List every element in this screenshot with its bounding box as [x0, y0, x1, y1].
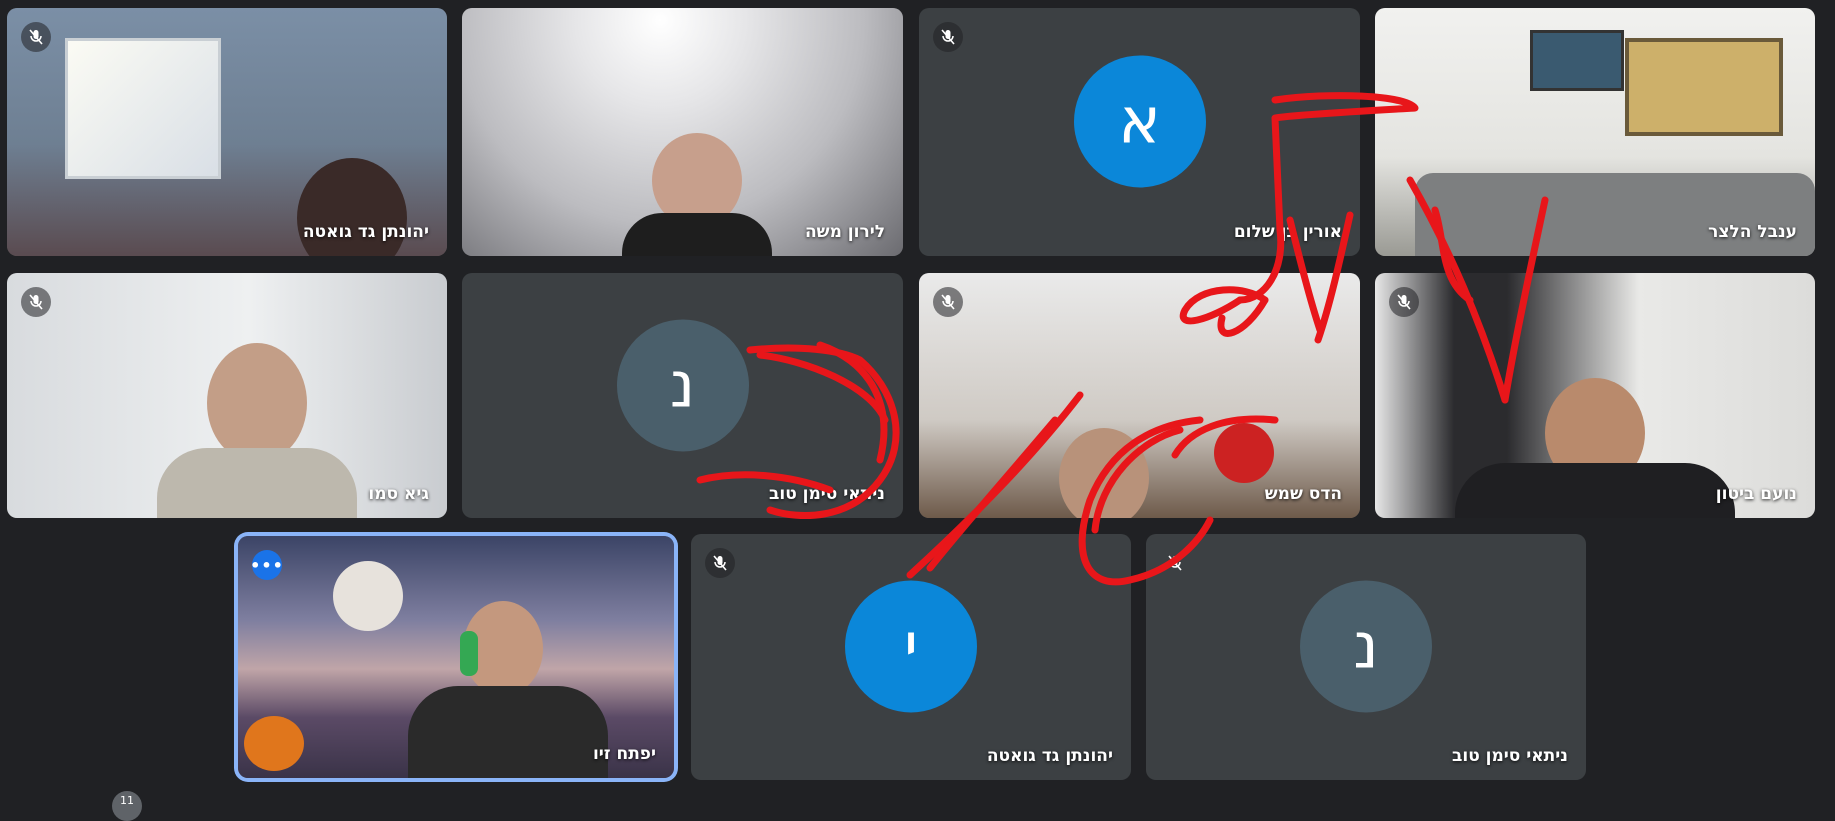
- mic-off-icon: [933, 22, 963, 52]
- more-options-icon[interactable]: •••: [250, 550, 283, 580]
- participant-tile-11[interactable]: נ ניתאי סימן טוב: [1146, 534, 1586, 780]
- map-frame-image: [1625, 38, 1783, 136]
- participant-name: יהונתן גד גואטה: [302, 222, 429, 242]
- headphones-image: [460, 631, 478, 676]
- sign-image: [1214, 423, 1274, 483]
- participant-tile-5[interactable]: גיא סמו: [7, 273, 447, 518]
- participant-name: ענבל הלצר: [1708, 222, 1797, 242]
- mic-off-icon: [1160, 548, 1190, 578]
- person-image: [207, 343, 307, 463]
- person-image: [408, 686, 608, 778]
- moon-image: [333, 561, 403, 631]
- participant-name: ניתאי סימן טוב: [1452, 746, 1568, 766]
- avatar: נ: [616, 318, 749, 451]
- participant-name: ניתאי סימן טוב: [769, 484, 885, 504]
- participant-tile-8[interactable]: נועם ביטון: [1375, 273, 1815, 518]
- participant-name: גיא סמו: [368, 484, 429, 504]
- window-image: [65, 38, 221, 179]
- person-image: [622, 213, 772, 256]
- participant-tile-1[interactable]: יהונתן גד גואטה: [7, 8, 447, 256]
- participant-tile-7[interactable]: הדס שמש: [919, 273, 1360, 518]
- pumpkin-image: [244, 716, 304, 771]
- participant-tile-6[interactable]: נ ניתאי סימן טוב: [462, 273, 903, 518]
- person-image: [157, 448, 357, 518]
- person-image: [1059, 428, 1149, 518]
- picture-frame-image: [1530, 30, 1624, 91]
- person-image: [1455, 463, 1735, 518]
- participant-tile-2[interactable]: לירון משה: [462, 8, 903, 256]
- participant-name: אורין בן שלום: [1233, 222, 1342, 242]
- participant-tile-3[interactable]: א אורין בן שלום: [919, 8, 1360, 256]
- avatar: י: [845, 580, 977, 713]
- avatar: א: [1073, 55, 1206, 188]
- participant-name: יהונתן גד גואטה: [986, 746, 1113, 766]
- mic-off-icon: [21, 22, 51, 52]
- mic-off-icon: [705, 548, 735, 578]
- participant-tile-9[interactable]: ••• יפתח זיו: [238, 536, 674, 778]
- mic-off-icon: [1389, 287, 1419, 317]
- participant-name: הדס שמש: [1264, 484, 1342, 504]
- participant-tile-4[interactable]: ענבל הלצר: [1375, 8, 1815, 256]
- mic-off-icon: [21, 287, 51, 317]
- hidden-participants-count[interactable]: 11: [112, 791, 142, 821]
- participant-name: נועם ביטון: [1715, 484, 1797, 504]
- sofa-image: [1415, 173, 1815, 256]
- participant-name: לירון משה: [805, 222, 885, 242]
- participant-tile-10[interactable]: י יהונתן גד גואטה: [691, 534, 1131, 780]
- participant-name: יפתח זיו: [592, 744, 656, 764]
- avatar: נ: [1300, 580, 1432, 713]
- mic-off-icon: [933, 287, 963, 317]
